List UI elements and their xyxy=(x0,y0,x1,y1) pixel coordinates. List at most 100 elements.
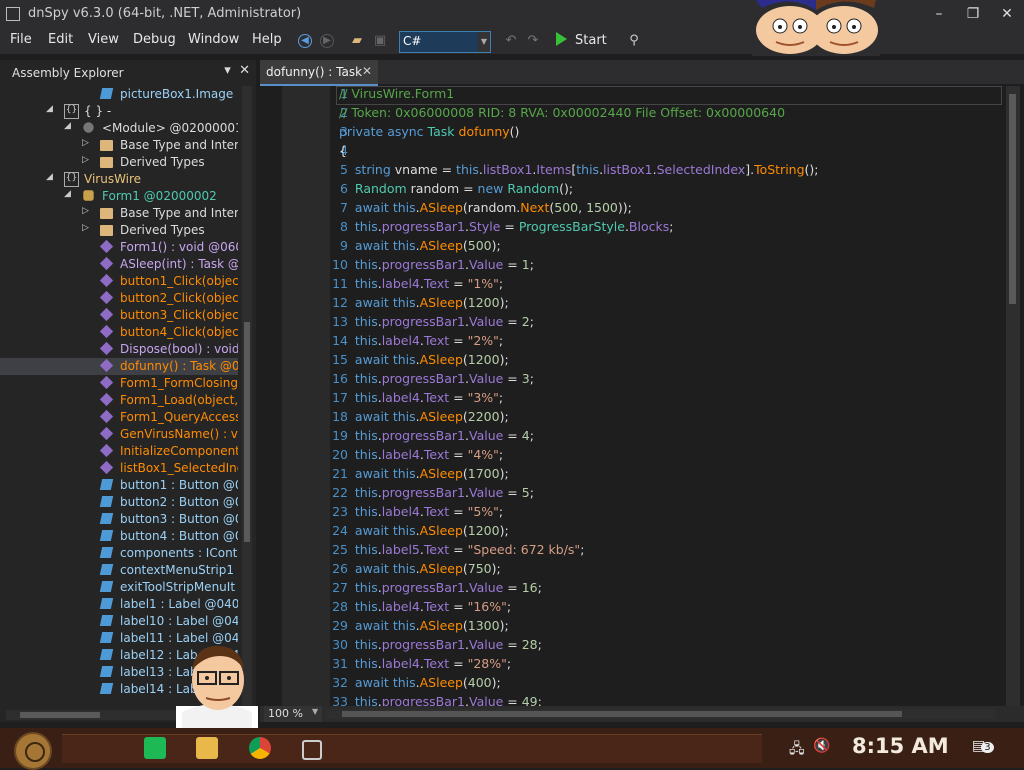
tree-item[interactable]: exitToolStripMenuIt xyxy=(0,579,238,596)
expander-icon[interactable]: ▷ xyxy=(82,223,89,233)
code-line[interactable]: 21 await this.ASleep(1700); xyxy=(260,466,1000,485)
editor-vertical-scrollbar[interactable] xyxy=(1006,86,1020,706)
expander-icon[interactable]: ◢ xyxy=(64,121,71,131)
tree-item[interactable]: label10 : Label @040 xyxy=(0,613,238,630)
code-editor[interactable]: 1// VirusWire.Form1 2// Token: 0x06000008… xyxy=(260,86,1024,709)
menu-debug[interactable]: Debug xyxy=(133,32,176,47)
code-line[interactable]: 28 this.label4.Text = "16%"; xyxy=(260,599,1000,618)
start-button[interactable]: Start xyxy=(556,32,607,48)
code-line[interactable]: 17 this.label4.Text = "3%"; xyxy=(260,390,1000,409)
zoom-select[interactable]: 100 % ▼ xyxy=(264,706,322,722)
code-line[interactable]: 22 this.progressBar1.Value = 5; xyxy=(260,485,1000,504)
file-explorer-icon[interactable] xyxy=(196,737,218,759)
tree-item[interactable]: ▷ Base Type and Interfaces xyxy=(0,137,238,154)
save-icon[interactable]: ▣ xyxy=(372,33,388,49)
tree-item[interactable]: label1 : Label @0400 xyxy=(0,596,238,613)
explorer-vertical-scrollbar[interactable] xyxy=(242,86,252,710)
tree-item[interactable]: button1 : Button @04 xyxy=(0,477,238,494)
network-icon[interactable]: 🖧 xyxy=(789,738,805,762)
menu-file[interactable]: File xyxy=(10,32,32,47)
code-line[interactable]: 24 await this.ASleep(1200); xyxy=(260,523,1000,542)
minimize-button[interactable]: – xyxy=(924,4,954,24)
taskbar-clock[interactable]: 8:15 AM xyxy=(852,734,949,758)
code-line[interactable]: 7 await this.ASleep(random.Next(500, 150… xyxy=(260,200,1000,219)
code-line[interactable]: 32 await this.ASleep(400); xyxy=(260,675,1000,694)
menu-view[interactable]: View xyxy=(88,32,119,47)
tree-item[interactable]: ◢ Form1 @02000002 xyxy=(0,188,238,205)
start-menu-button[interactable] xyxy=(14,732,52,770)
scroll-thumb[interactable] xyxy=(20,712,100,718)
tree-item[interactable]: Dispose(bool) : void @ xyxy=(0,341,238,358)
code-line[interactable]: 14 this.label4.Text = "2%"; xyxy=(260,333,1000,352)
code-line[interactable]: 3 private async Task dofunny() xyxy=(260,124,1000,143)
close-icon[interactable]: ✕ xyxy=(362,64,372,78)
menu-help[interactable]: Help xyxy=(252,32,282,47)
tree-item[interactable]: button3 : Button @0 xyxy=(0,511,238,528)
code-line[interactable]: 2// Token: 0x06000008 RID: 8 RVA: 0x0000… xyxy=(260,105,1000,124)
expander-icon[interactable]: ◢ xyxy=(46,172,53,182)
code-line[interactable]: 5 string vname = this.listBox1.Items[thi… xyxy=(260,162,1000,181)
tree-item[interactable]: pictureBox1.Image xyxy=(0,86,238,103)
task-view-icon[interactable] xyxy=(302,740,322,760)
tree-item[interactable]: GenVirusName() : voi xyxy=(0,426,238,443)
expander-icon[interactable]: ▷ xyxy=(82,206,89,216)
tree-item[interactable]: Form1_QueryAccessi xyxy=(0,409,238,426)
menu-edit[interactable]: Edit xyxy=(48,32,73,47)
open-folder-icon[interactable]: ▰ xyxy=(349,33,365,49)
code-line[interactable]: 26 await this.ASleep(750); xyxy=(260,561,1000,580)
search-icon[interactable]: ⚲ xyxy=(626,33,642,49)
code-line[interactable]: 6 Random random = new Random(); xyxy=(260,181,1000,200)
code-line[interactable]: 19 this.progressBar1.Value = 4; xyxy=(260,428,1000,447)
tree-item[interactable]: button3_Click(object xyxy=(0,307,238,324)
code-line[interactable]: 13 this.progressBar1.Value = 2; xyxy=(260,314,1000,333)
tree-item[interactable]: ◢ {} VirusWire xyxy=(0,171,238,188)
code-line[interactable]: 1// VirusWire.Form1 xyxy=(260,86,1000,105)
code-line[interactable]: 4{ xyxy=(260,143,1000,162)
code-line[interactable]: 29 await this.ASleep(1300); xyxy=(260,618,1000,637)
code-line[interactable]: 11 this.label4.Text = "1%"; xyxy=(260,276,1000,295)
redo-icon[interactable]: ↷ xyxy=(525,33,541,49)
tree-item[interactable]: button2 : Button @0 xyxy=(0,494,238,511)
expander-icon[interactable]: ▷ xyxy=(82,155,89,165)
language-select[interactable]: C# ▼ xyxy=(399,31,491,53)
scroll-thumb[interactable] xyxy=(342,711,902,717)
tree-item[interactable]: contextMenuStrip1 : xyxy=(0,562,238,579)
tree-item[interactable]: listBox1_SelectedInd xyxy=(0,460,238,477)
tree-item[interactable]: Form1_FormClosing(o xyxy=(0,375,238,392)
code-line[interactable]: 8 this.progressBar1.Style = ProgressBarS… xyxy=(260,219,1000,238)
code-line[interactable]: 27 this.progressBar1.Value = 16; xyxy=(260,580,1000,599)
editor-horizontal-scrollbar[interactable] xyxy=(326,709,996,719)
code-line[interactable]: 31 this.label4.Text = "28%"; xyxy=(260,656,1000,675)
chevron-down-icon[interactable]: ▾ xyxy=(224,63,231,78)
tree-item[interactable]: components : IContai xyxy=(0,545,238,562)
expander-icon[interactable]: ◢ xyxy=(46,104,53,114)
tree-item[interactable]: Form1() : void @06000 xyxy=(0,239,238,256)
undo-icon[interactable]: ↶ xyxy=(503,33,519,49)
spotify-app-icon[interactable] xyxy=(144,737,166,759)
code-line[interactable]: 18 await this.ASleep(2200); xyxy=(260,409,1000,428)
chrome-icon[interactable] xyxy=(249,737,271,759)
close-icon[interactable]: ✕ xyxy=(239,63,250,78)
code-line[interactable]: 30 this.progressBar1.Value = 28; xyxy=(260,637,1000,656)
forward-icon[interactable]: ▶ xyxy=(320,34,334,48)
notifications-icon[interactable]: ▤3 xyxy=(972,738,994,754)
code-line[interactable]: 16 this.progressBar1.Value = 3; xyxy=(260,371,1000,390)
menu-window[interactable]: Window xyxy=(188,32,239,47)
code-line[interactable]: 10 this.progressBar1.Value = 1; xyxy=(260,257,1000,276)
tree-item[interactable]: Form1_Load(object, E xyxy=(0,392,238,409)
tree-item[interactable]: button4_Click(object xyxy=(0,324,238,341)
code-line[interactable]: 25 this.label5.Text = "Speed: 672 kb/s"; xyxy=(260,542,1000,561)
tree-item[interactable]: ◢ {} { } - xyxy=(0,103,238,120)
tree-item[interactable]: ▷ Derived Types xyxy=(0,154,238,171)
tree-item[interactable]: ◢ <Module> @02000001 xyxy=(0,120,238,137)
code-line[interactable]: 15 await this.ASleep(1200); xyxy=(260,352,1000,371)
tree-item[interactable]: dofunny() : Task @06 xyxy=(0,358,238,375)
scroll-thumb[interactable] xyxy=(1009,94,1016,304)
scroll-thumb[interactable] xyxy=(244,322,250,542)
tree-item[interactable]: button4 : Button @0 xyxy=(0,528,238,545)
back-icon[interactable]: ◀ xyxy=(298,34,312,48)
tree-item[interactable]: button1_Click(object xyxy=(0,273,238,290)
tree-item[interactable]: button2_Click(object xyxy=(0,290,238,307)
close-button[interactable]: ✕ xyxy=(992,4,1022,24)
code-line[interactable]: 23 this.label4.Text = "5%"; xyxy=(260,504,1000,523)
